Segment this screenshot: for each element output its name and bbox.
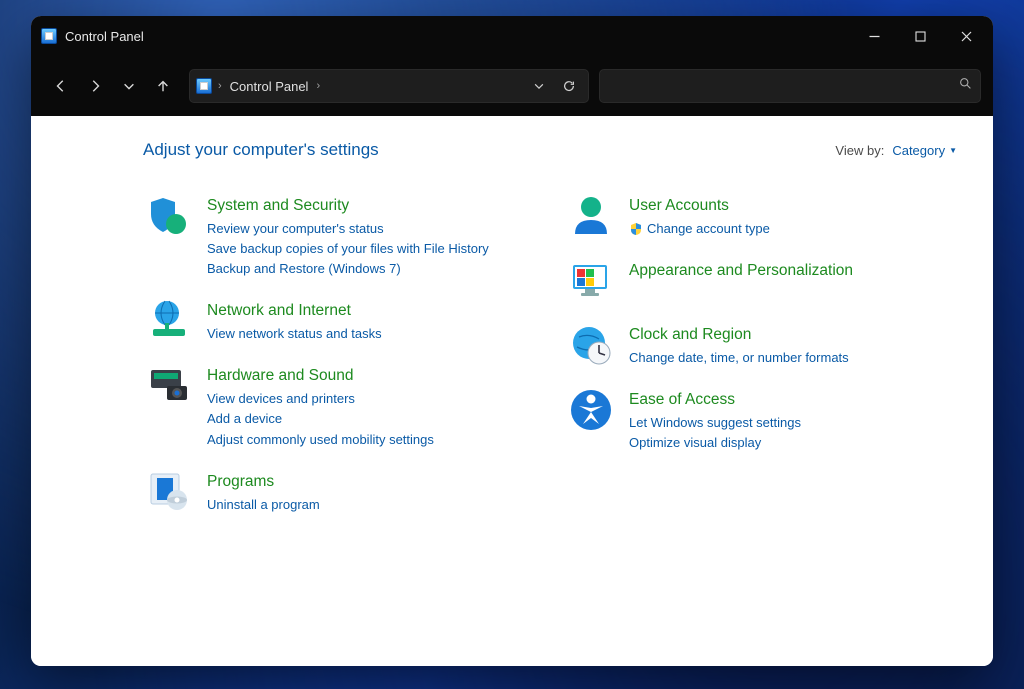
refresh-button[interactable] (556, 73, 582, 99)
back-arrow-icon (54, 79, 68, 93)
category-link[interactable]: View devices and printers (207, 389, 434, 409)
content-area: Adjust your computer's settings View by:… (31, 116, 993, 666)
chevron-down-icon (122, 79, 136, 93)
programs-icon (147, 470, 191, 514)
up-arrow-icon (156, 79, 170, 93)
category-system-security: System and Security Review your computer… (143, 188, 535, 285)
maximize-button[interactable] (897, 16, 943, 56)
window-title: Control Panel (65, 29, 144, 44)
uac-shield-icon (629, 222, 643, 236)
category-link[interactable]: Change date, time, or number formats (629, 348, 849, 368)
category-column-left: System and Security Review your computer… (143, 188, 535, 529)
viewby-dropdown[interactable]: Category ▼ (892, 143, 957, 158)
category-title[interactable]: Ease of Access (629, 390, 735, 411)
titlebar: Control Panel (31, 16, 993, 56)
category-title[interactable]: User Accounts (629, 196, 729, 217)
viewby-label: View by: (835, 143, 884, 158)
forward-arrow-icon (88, 79, 102, 93)
shield-icon (147, 194, 191, 238)
category-ease-of-access: Ease of Access Let Windows suggest setti… (565, 382, 957, 459)
viewby-control: View by: Category ▼ (835, 143, 957, 158)
category-link[interactable]: Let Windows suggest settings (629, 413, 801, 433)
maximize-icon (915, 31, 926, 42)
navigation-bar: › Control Panel › (31, 56, 993, 116)
printer-camera-icon (147, 364, 191, 408)
address-bar[interactable]: › Control Panel › (189, 69, 589, 103)
monitor-colors-icon (569, 259, 613, 303)
category-link[interactable]: Change account type (629, 219, 770, 239)
category-appearance-personalization: Appearance and Personalization (565, 253, 957, 309)
category-clock-region: Clock and Region Change date, time, or n… (565, 317, 957, 374)
chevron-down-icon: ▼ (949, 146, 957, 155)
category-link[interactable]: View network status and tasks (207, 324, 382, 344)
history-dropdown-button[interactable] (113, 70, 145, 102)
category-title[interactable]: Programs (207, 472, 274, 493)
address-history-button[interactable] (526, 73, 552, 99)
category-programs: Programs Uninstall a program (143, 464, 535, 521)
control-panel-window: Control Panel › (31, 16, 993, 666)
minimize-icon (869, 31, 880, 42)
breadcrumb-separator-icon[interactable]: › (216, 80, 224, 92)
close-icon (961, 31, 972, 42)
user-icon (569, 194, 613, 238)
search-input[interactable] (608, 79, 953, 94)
category-network-internet: Network and Internet View network status… (143, 293, 535, 350)
category-hardware-sound: Hardware and Sound View devices and prin… (143, 358, 535, 455)
close-button[interactable] (943, 16, 989, 56)
category-link[interactable]: Review your computer's status (207, 219, 489, 239)
search-icon[interactable] (959, 77, 972, 95)
content-header: Adjust your computer's settings View by:… (143, 140, 957, 160)
category-link[interactable]: Save backup copies of your files with Fi… (207, 239, 489, 259)
chevron-down-icon (533, 80, 545, 92)
category-grid: System and Security Review your computer… (143, 188, 957, 529)
category-link[interactable]: Backup and Restore (Windows 7) (207, 259, 489, 279)
category-title[interactable]: Hardware and Sound (207, 366, 354, 387)
clock-globe-icon (569, 323, 613, 367)
accessibility-icon (569, 388, 613, 432)
category-title[interactable]: System and Security (207, 196, 349, 217)
category-title[interactable]: Clock and Region (629, 325, 751, 346)
breadcrumb-root-icon (196, 78, 212, 94)
back-button[interactable] (45, 70, 77, 102)
category-link[interactable]: Add a device (207, 409, 434, 429)
window-controls (851, 16, 989, 56)
category-user-accounts: User Accounts Change account type (565, 188, 957, 245)
minimize-button[interactable] (851, 16, 897, 56)
search-box[interactable] (599, 69, 981, 103)
category-column-right: User Accounts Change account type (565, 188, 957, 529)
control-panel-icon (41, 28, 57, 44)
category-link[interactable]: Adjust commonly used mobility settings (207, 430, 434, 450)
category-title[interactable]: Network and Internet (207, 301, 351, 322)
category-link[interactable]: Uninstall a program (207, 495, 320, 515)
up-button[interactable] (147, 70, 179, 102)
category-title[interactable]: Appearance and Personalization (629, 261, 853, 282)
page-title: Adjust your computer's settings (143, 140, 379, 160)
globe-network-icon (147, 299, 191, 343)
viewby-value: Category (892, 143, 945, 158)
category-link[interactable]: Optimize visual display (629, 433, 801, 453)
forward-button[interactable] (79, 70, 111, 102)
breadcrumb-separator-icon[interactable]: › (314, 80, 322, 92)
refresh-icon (562, 79, 576, 93)
breadcrumb-root[interactable]: Control Panel (228, 79, 311, 94)
